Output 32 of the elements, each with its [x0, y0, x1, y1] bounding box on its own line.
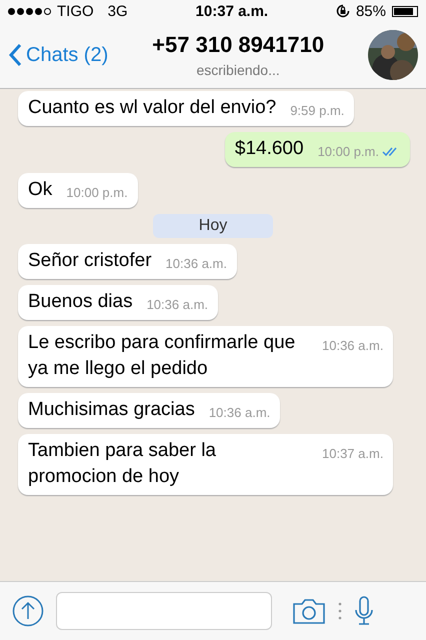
message-text: Muchisimas gracias — [28, 398, 195, 422]
back-button[interactable]: Chats (2) — [8, 43, 108, 67]
battery-percent: 85% — [356, 2, 386, 20]
message-text: Tambien para saber la promocion de hoy — [28, 439, 217, 489]
message-text: Cuanto es wl valor del envio? — [28, 96, 276, 120]
microphone-icon[interactable] — [354, 595, 374, 627]
message-text: Señor cristofer — [28, 249, 152, 273]
message-time: 10:36 a.m. — [208, 405, 270, 420]
message-time: 10:36 a.m. — [166, 256, 227, 271]
message-time: 10:37 a.m. — [322, 446, 384, 461]
message-text: Le escribo para confirmarle que ya me llego el pedido — [28, 331, 296, 381]
rotation-lock-icon — [336, 4, 350, 18]
message-time: 10:00 p.m. — [318, 144, 379, 159]
message-text: Ok — [28, 178, 52, 202]
upload-icon[interactable] — [12, 595, 44, 627]
battery-icon — [392, 6, 418, 16]
signal-icon — [8, 8, 51, 14]
back-chevron-icon[interactable] — [8, 43, 22, 67]
message-time: 10:36 a.m. — [322, 338, 384, 353]
separator-dots-icon — [338, 602, 342, 620]
message-text: $14.600 — [234, 137, 304, 161]
status-time: 10:37 a.m. — [196, 2, 268, 20]
carrier-name: TIGO — [57, 2, 94, 20]
typing-status: escribiendo... — [196, 62, 280, 78]
network-type: 3G — [108, 2, 128, 20]
message-time: 10:36 a.m. — [146, 297, 208, 312]
message-input[interactable] — [56, 592, 272, 630]
message-time: 9:59 p.m. — [290, 103, 344, 118]
camera-icon[interactable] — [292, 597, 326, 625]
contact-name: +57 310 8941710 — [152, 32, 324, 58]
message-time: 10:00 p.m. — [66, 185, 128, 200]
message-text: Buenos dias — [28, 290, 133, 314]
